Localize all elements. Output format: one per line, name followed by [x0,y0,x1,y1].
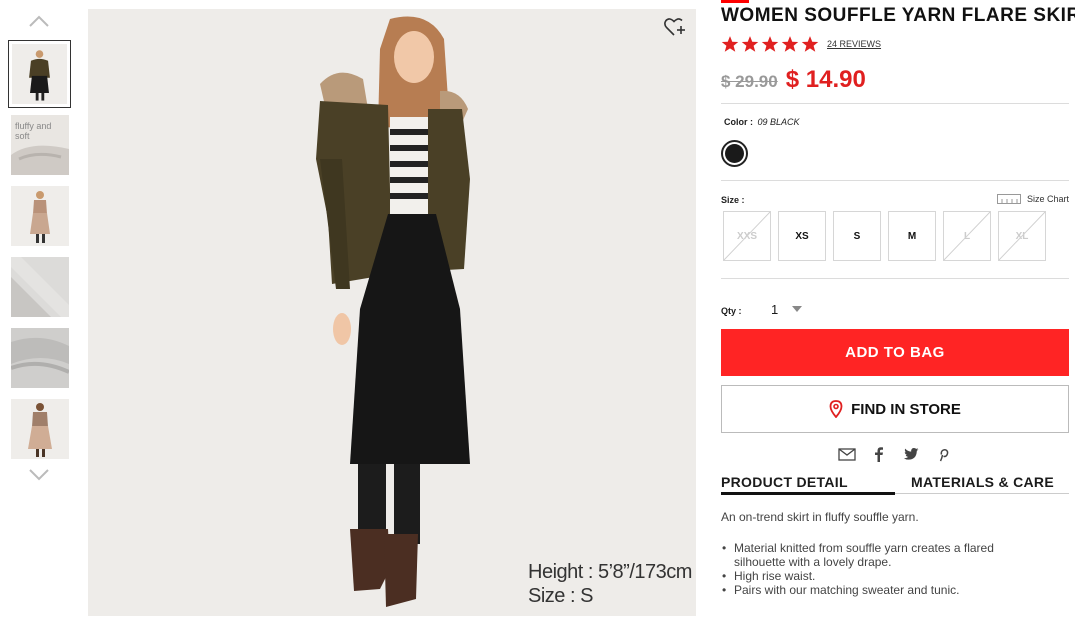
size-option-s[interactable]: S [833,211,881,261]
brand-accent-bar [721,0,749,3]
star-icon [761,35,780,53]
sale-price: $ 14.90 [785,66,866,93]
thumbnail-4[interactable] [11,257,69,317]
thumbnail-rail: fluffy and soft [8,8,72,488]
star-icon [801,35,820,53]
color-value: 09 BLACK [757,117,800,127]
caret-down-icon [792,306,803,312]
color-swatch-black[interactable] [721,140,748,167]
rating-row: 24 REVIEWS [721,35,881,53]
product-description: An on-trend skirt in fluffy souffle yarn… [721,510,919,524]
price-row: $ 29.90 $ 14.90 [721,66,866,94]
size-option-xxs: XXS [723,211,771,261]
model-illustration [88,9,696,616]
size-label: Size : [721,195,745,205]
list-item: Pairs with our matching sweater and tuni… [721,583,1041,597]
color-label-text: Color : [724,117,753,127]
swatch-fill [725,144,744,163]
thumbnail-3[interactable] [11,186,69,246]
divider [721,103,1069,104]
pinterest-icon[interactable] [934,445,952,463]
star-icon [721,35,740,53]
size-option-label: S [853,230,861,242]
chevron-down-icon[interactable] [28,468,50,482]
star-icon [741,35,760,53]
list-item: Material knitted from souffle yarn creat… [721,541,1041,569]
location-pin-icon [829,400,843,418]
size-chart-link[interactable]: Size Chart [996,194,1069,204]
color-label: Color : 09 BLACK [724,117,800,127]
chevron-up-icon[interactable] [28,14,50,28]
size-option-l: L [943,211,991,261]
find-in-store-label: FIND IN STORE [851,400,961,418]
add-to-bag-button[interactable]: ADD TO BAG [721,329,1069,376]
tab-materials-care[interactable]: MATERIALS & CARE [911,474,1069,494]
star-icon [781,35,800,53]
model-height: Height : 5’8”/173cm [528,561,692,583]
model-size: Size : S [528,585,593,607]
size-chart-label: Size Chart [1026,194,1069,204]
quantity-label: Qty : [721,306,742,316]
list-item: High rise waist. [721,569,1041,583]
size-option-m[interactable]: M [888,211,936,261]
thumbnail-caption: fluffy and soft [15,121,52,141]
thumbnail-5[interactable] [11,328,69,388]
thumbnail-1[interactable] [8,40,71,108]
tab-underline [895,493,1069,494]
quantity-select[interactable]: 1 [771,299,811,319]
divider [721,278,1069,279]
product-tabs: PRODUCT DETAIL MATERIALS & CARE [721,474,1069,496]
reviews-link[interactable]: 24 REVIEWS [827,39,881,49]
find-in-store-button[interactable]: FIND IN STORE [721,385,1069,433]
mail-icon[interactable] [838,445,856,463]
size-option-label: M [907,230,917,242]
share-row [838,445,966,463]
size-options: XXS XS S M L XL [723,211,1053,261]
product-title: WOMEN SOUFFLE YARN FLARE SKIRT [721,5,1075,26]
product-hero-image: Height : 5’8”/173cm Size : S [88,9,696,616]
original-price: $ 29.90 [721,72,778,91]
tab-active-indicator [721,492,895,495]
tab-product-detail[interactable]: PRODUCT DETAIL [721,474,895,494]
quantity-value: 1 [771,301,779,317]
size-option-xs[interactable]: XS [778,211,826,261]
facebook-icon[interactable] [870,445,888,463]
size-option-label: XS [795,230,809,242]
model-info: Height : 5’8”/173cm Size : S [528,560,692,608]
add-to-wishlist-icon[interactable] [663,15,687,39]
thumbnail-2[interactable]: fluffy and soft [11,115,69,175]
thumbnail-6[interactable] [11,399,69,459]
size-option-xl: XL [998,211,1046,261]
twitter-icon[interactable] [902,445,920,463]
divider [721,180,1069,181]
product-feature-list: Material knitted from souffle yarn creat… [721,541,1041,597]
ruler-icon [996,194,1021,204]
